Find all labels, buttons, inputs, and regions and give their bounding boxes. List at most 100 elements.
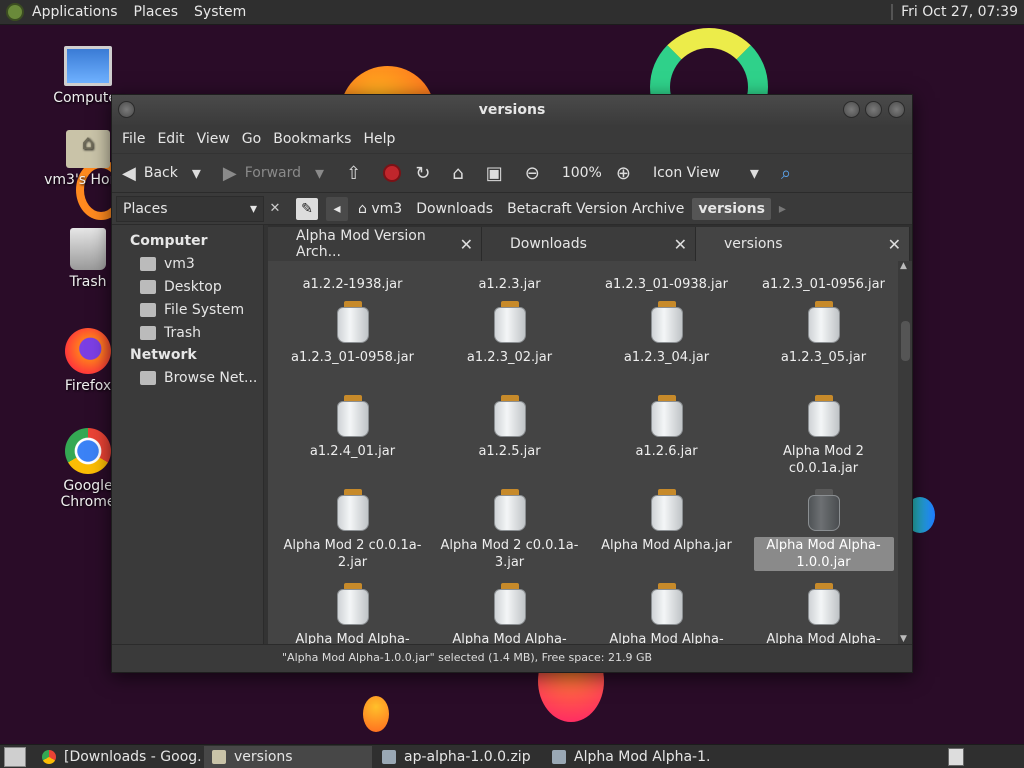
places-selector[interactable]: Places ▾	[116, 195, 264, 222]
file-item[interactable]: a1.2.6.jar	[588, 391, 745, 481]
sidebar-item-label: File System	[164, 302, 245, 318]
file-name: Alpha Mod Alpha-1.0.1.jar	[609, 632, 724, 644]
menu-help[interactable]: Help	[357, 131, 401, 147]
trash-icon	[70, 228, 106, 270]
file-item[interactable]: a1.2.5.jar	[431, 391, 588, 481]
scroll-up-icon[interactable]: ▲	[900, 261, 907, 271]
file-item[interactable]: a1.2.3_04.jar	[588, 297, 745, 387]
view-mode-value: Icon View	[652, 165, 720, 181]
distro-logo-icon[interactable]	[6, 3, 24, 21]
file-item[interactable]: a1.2.2-1938.jar	[274, 261, 431, 293]
close-sidebar-button[interactable]: ✕	[264, 201, 286, 216]
menu-go[interactable]: Go	[236, 131, 267, 147]
taskbar-item-chrome[interactable]: [Downloads - Goog...	[34, 746, 202, 768]
close-tab-icon[interactable]: ✕	[888, 235, 901, 254]
chevron-down-icon: ▾	[249, 200, 257, 217]
toolbar: ◀ Back ▾ ▶ Forward ▾ ⇧ ↻ ⌂ ▣ ⊖ 100% ⊕ Ic…	[112, 153, 912, 193]
window-menu-button[interactable]	[118, 101, 135, 118]
menu-edit[interactable]: Edit	[151, 131, 190, 147]
sidebar-item-vm3[interactable]: vm3	[112, 253, 263, 276]
sidebar-item-file-system[interactable]: File System	[112, 299, 263, 322]
show-desktop-button[interactable]	[4, 746, 26, 767]
file-item[interactable]: Alpha Mod Alpha.jar	[588, 485, 745, 575]
tab-versions[interactable]: versions ✕	[696, 227, 910, 261]
file-item[interactable]: Alpha Mod Alpha-1.0.0-3.jar	[431, 579, 588, 644]
zoom-out-button[interactable]: ⊖	[525, 163, 548, 184]
back-button[interactable]: ◀ Back	[122, 163, 178, 184]
jar-file-icon	[650, 489, 683, 531]
minimize-button[interactable]	[843, 101, 860, 118]
tab-downloads[interactable]: Downloads ✕	[482, 227, 696, 261]
scrollbar-thumb[interactable]	[901, 321, 910, 361]
breadcrumb-betacraft[interactable]: Betacraft Version Archive	[501, 198, 690, 220]
edit-location-icon[interactable]: ✎	[296, 197, 318, 220]
file-item[interactable]: Alpha Mod 2 c0.0.1a-3.jar	[431, 485, 588, 575]
taskbar-label: Alpha Mod Alpha-1....	[574, 748, 712, 765]
close-window-button[interactable]	[888, 101, 905, 118]
file-item[interactable]: a1.2.3_02.jar	[431, 297, 588, 387]
zoom-in-icon: ⊕	[615, 162, 631, 184]
file-name: Alpha Mod Alpha-1.0.0-3.jar	[452, 632, 567, 644]
file-item[interactable]: a1.2.3_01-0938.jar	[588, 261, 745, 293]
breadcrumb-vm3[interactable]: ⌂ vm3	[352, 198, 408, 220]
breadcrumb-left-arrow[interactable]: ◂	[326, 196, 348, 221]
file-name: a1.2.3_01-0938.jar	[605, 277, 728, 292]
file-item[interactable]: a1.2.3.jar	[431, 261, 588, 293]
breadcrumb-right-arrow[interactable]: ▸	[773, 198, 792, 220]
file-item[interactable]: a1.2.3_05.jar	[745, 297, 902, 387]
window-titlebar[interactable]: versions	[112, 95, 912, 125]
up-button[interactable]: ⇧	[346, 163, 369, 184]
menu-view[interactable]: View	[191, 131, 236, 147]
forward-button[interactable]: ▶ Forward	[223, 163, 301, 184]
stop-icon	[383, 164, 402, 182]
back-history-dropdown[interactable]: ▾	[192, 163, 209, 184]
home-button[interactable]: ⌂	[452, 163, 471, 184]
taskbar-item-zip[interactable]: ap-alpha-1.0.0.zip	[374, 746, 542, 768]
file-item[interactable]: Alpha Mod Alpha-1.0.0.jar	[745, 485, 902, 575]
vertical-scrollbar[interactable]: ▲ ▼	[898, 261, 912, 644]
maximize-button[interactable]	[865, 101, 882, 118]
file-name: a1.2.4_01.jar	[309, 444, 396, 459]
file-item[interactable]: Alpha Mod 2 c0.0.1a.jar	[745, 391, 902, 481]
scroll-down-icon[interactable]: ▼	[900, 634, 907, 644]
computer-button[interactable]: ▣	[486, 163, 511, 184]
menu-bookmarks[interactable]: Bookmarks	[267, 131, 357, 147]
jar-file-icon	[807, 489, 840, 531]
file-name: a1.2.5.jar	[478, 444, 541, 459]
file-item[interactable]: Alpha Mod 2 c0.0.1a-2.jar	[274, 485, 431, 575]
view-mode-select[interactable]: Icon View ▾	[653, 163, 767, 184]
file-item[interactable]: Alpha Mod Alpha-1.0.1_01.jar	[745, 579, 902, 644]
taskbar-item-alpha-mod[interactable]: Alpha Mod Alpha-1....	[544, 746, 712, 768]
sidebar-item-trash[interactable]: Trash	[112, 322, 263, 345]
zoom-in-button[interactable]: ⊕	[616, 163, 639, 184]
breadcrumb-versions[interactable]: versions	[692, 197, 771, 220]
stop-button[interactable]	[383, 164, 402, 182]
zoom-level[interactable]: 100%	[562, 165, 602, 181]
sidebar-item-browse-network[interactable]: Browse Net...	[112, 367, 263, 390]
workspace-switcher[interactable]	[948, 747, 964, 766]
file-item[interactable]: Alpha Mod Alpha-1.0.0-2.jar	[274, 579, 431, 644]
menu-system[interactable]: System	[186, 4, 254, 20]
chrome-icon	[65, 428, 111, 474]
sidebar-item-label: Browse Net...	[164, 370, 258, 386]
icon-view[interactable]: a1.2.2-1938.jar a1.2.3.jar a1.2.3_01-0938.…	[268, 261, 912, 644]
forward-history-dropdown[interactable]: ▾	[315, 163, 332, 184]
close-tab-icon[interactable]: ✕	[460, 235, 473, 254]
file-item[interactable]: a1.2.3_01-0956.jar	[745, 261, 902, 293]
file-item[interactable]: Alpha Mod Alpha-1.0.1.jar	[588, 579, 745, 644]
search-button[interactable]: ⌕	[781, 163, 799, 184]
clock[interactable]: Fri Oct 27, 07:39	[901, 4, 1024, 20]
menu-applications[interactable]: Applications	[24, 4, 126, 20]
breadcrumb-downloads[interactable]: Downloads	[410, 198, 499, 220]
sidebar-item-desktop[interactable]: Desktop	[112, 276, 263, 299]
back-label: Back	[143, 165, 178, 181]
close-tab-icon[interactable]: ✕	[674, 235, 687, 254]
taskbar-item-versions[interactable]: versions	[204, 745, 372, 768]
tab-alpha-mod-archive[interactable]: Alpha Mod Version Arch... ✕	[268, 227, 482, 261]
menu-file[interactable]: File	[116, 131, 151, 147]
taskbar-label: versions	[234, 748, 293, 765]
file-item[interactable]: a1.2.4_01.jar	[274, 391, 431, 481]
reload-button[interactable]: ↻	[415, 163, 438, 184]
menu-places[interactable]: Places	[126, 4, 187, 20]
file-item[interactable]: a1.2.3_01-0958.jar	[274, 297, 431, 387]
